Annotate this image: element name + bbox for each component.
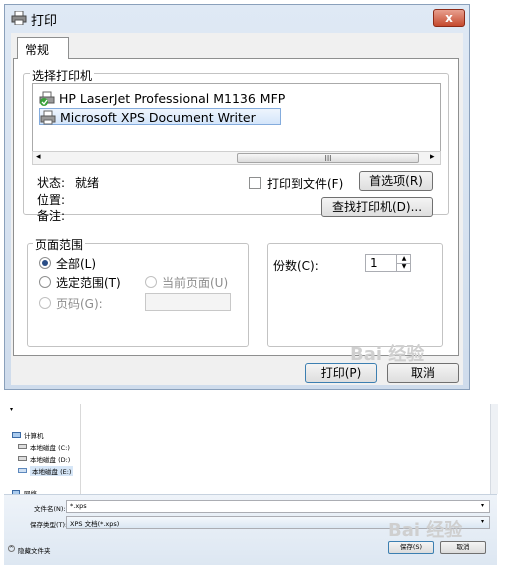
copies-value: 1	[370, 256, 378, 270]
close-button[interactable]: x	[433, 9, 465, 27]
drive-icon	[18, 456, 27, 461]
range-current-radio[interactable]	[145, 276, 157, 288]
filename-input[interactable]: *.xps ▾	[66, 500, 490, 513]
chevron-down-icon[interactable]: ▾	[10, 406, 13, 413]
range-all-radio[interactable]	[39, 257, 51, 269]
comment-label: 备注:	[37, 209, 66, 223]
filename-label: 文件名(N):	[34, 505, 66, 513]
nav-drive-d[interactable]: 本地磁盘 (D:)	[30, 454, 70, 464]
chevron-down-icon[interactable]: ▾	[481, 502, 484, 509]
tab-general[interactable]: 常规	[17, 37, 69, 59]
copies-spinner[interactable]: 1 ▲ ▼	[365, 254, 411, 272]
select-printer-legend: 选择打印机	[30, 67, 95, 84]
savetype-value: XPS 文档(*.xps)	[70, 520, 120, 528]
vertical-scrollbar[interactable]	[490, 404, 498, 494]
chevron-up-icon[interactable]: ^	[8, 545, 15, 552]
save-button[interactable]: 保存(S)	[388, 541, 434, 554]
printer-item-xps[interactable]: Microsoft XPS Document Writer	[39, 108, 281, 125]
scroll-thumb[interactable]: III	[237, 153, 419, 163]
navigation-pane[interactable]: ▾ 计算机 本地磁盘 (C:) 本地磁盘 (D:) 本地磁盘 (E:) 网络	[4, 404, 81, 498]
hide-folders-toggle[interactable]: 隐藏文件夹	[18, 545, 51, 555]
printer-item-hp[interactable]: HP LaserJet Professional M1136 MFP	[39, 90, 285, 107]
filename-value: *.xps	[70, 502, 87, 510]
print-to-file-label: 打印到文件(F)	[267, 177, 344, 191]
drive-icon	[18, 444, 27, 449]
scroll-right-arrow[interactable]: ▸	[430, 152, 435, 162]
copies-label: 份数(C):	[273, 259, 319, 273]
range-pages-label: 页码(G):	[56, 297, 103, 311]
range-selection-label: 选定范围(T)	[56, 276, 121, 290]
spin-down-icon[interactable]: ▼	[396, 263, 411, 271]
drive-icon	[18, 468, 27, 473]
nav-drive-c[interactable]: 本地磁盘 (C:)	[30, 442, 70, 452]
computer-icon	[12, 432, 21, 438]
location-label: 位置:	[37, 193, 66, 207]
printer-icon	[40, 110, 56, 125]
print-button[interactable]: 打印(P)	[305, 363, 377, 383]
watermark: Bai 经验	[350, 344, 425, 365]
nav-drive-e[interactable]: 本地磁盘 (E:)	[30, 466, 74, 476]
printer-icon	[39, 91, 55, 106]
scroll-left-arrow[interactable]: ◂	[36, 152, 41, 162]
preferences-button[interactable]: 首选项(R)	[359, 171, 433, 191]
print-to-file-checkbox[interactable]	[249, 177, 261, 189]
range-all-label: 全部(L)	[56, 257, 97, 271]
range-selection-radio[interactable]	[39, 276, 51, 288]
printer-name: Microsoft XPS Document Writer	[60, 110, 256, 125]
page-numbers-input[interactable]	[145, 293, 231, 311]
printer-list[interactable]: HP LaserJet Professional M1136 MFP Micro…	[32, 83, 441, 159]
watermark: Bai 经验	[388, 520, 463, 541]
save-cancel-button[interactable]: 取消	[440, 541, 486, 554]
savetype-label: 保存类型(T):	[30, 521, 68, 529]
status-label: 状态:	[37, 176, 66, 190]
printer-icon	[11, 11, 27, 25]
printer-name: HP LaserJet Professional M1136 MFP	[59, 91, 286, 106]
find-printer-button[interactable]: 查找打印机(D)...	[321, 197, 433, 217]
dialog-title: 打印	[31, 14, 58, 29]
horizontal-scrollbar[interactable]: ◂ III ▸	[32, 151, 441, 165]
chevron-down-icon[interactable]: ▾	[481, 518, 484, 525]
range-pages-radio[interactable]	[39, 297, 51, 309]
nav-computer[interactable]: 计算机	[24, 430, 44, 440]
cancel-button[interactable]: 取消	[387, 363, 459, 383]
range-current-label: 当前页面(U)	[162, 276, 229, 290]
print-dialog: 打印 x 常规 选择打印机 HP LaserJet Professional M…	[4, 4, 470, 390]
title-bar[interactable]: 打印 x	[5, 5, 469, 31]
status-value: 就绪	[75, 176, 100, 190]
page-range-legend: 页面范围	[33, 236, 86, 253]
dialog-client: 常规 选择打印机 HP LaserJet Professional M1136 …	[11, 33, 463, 385]
